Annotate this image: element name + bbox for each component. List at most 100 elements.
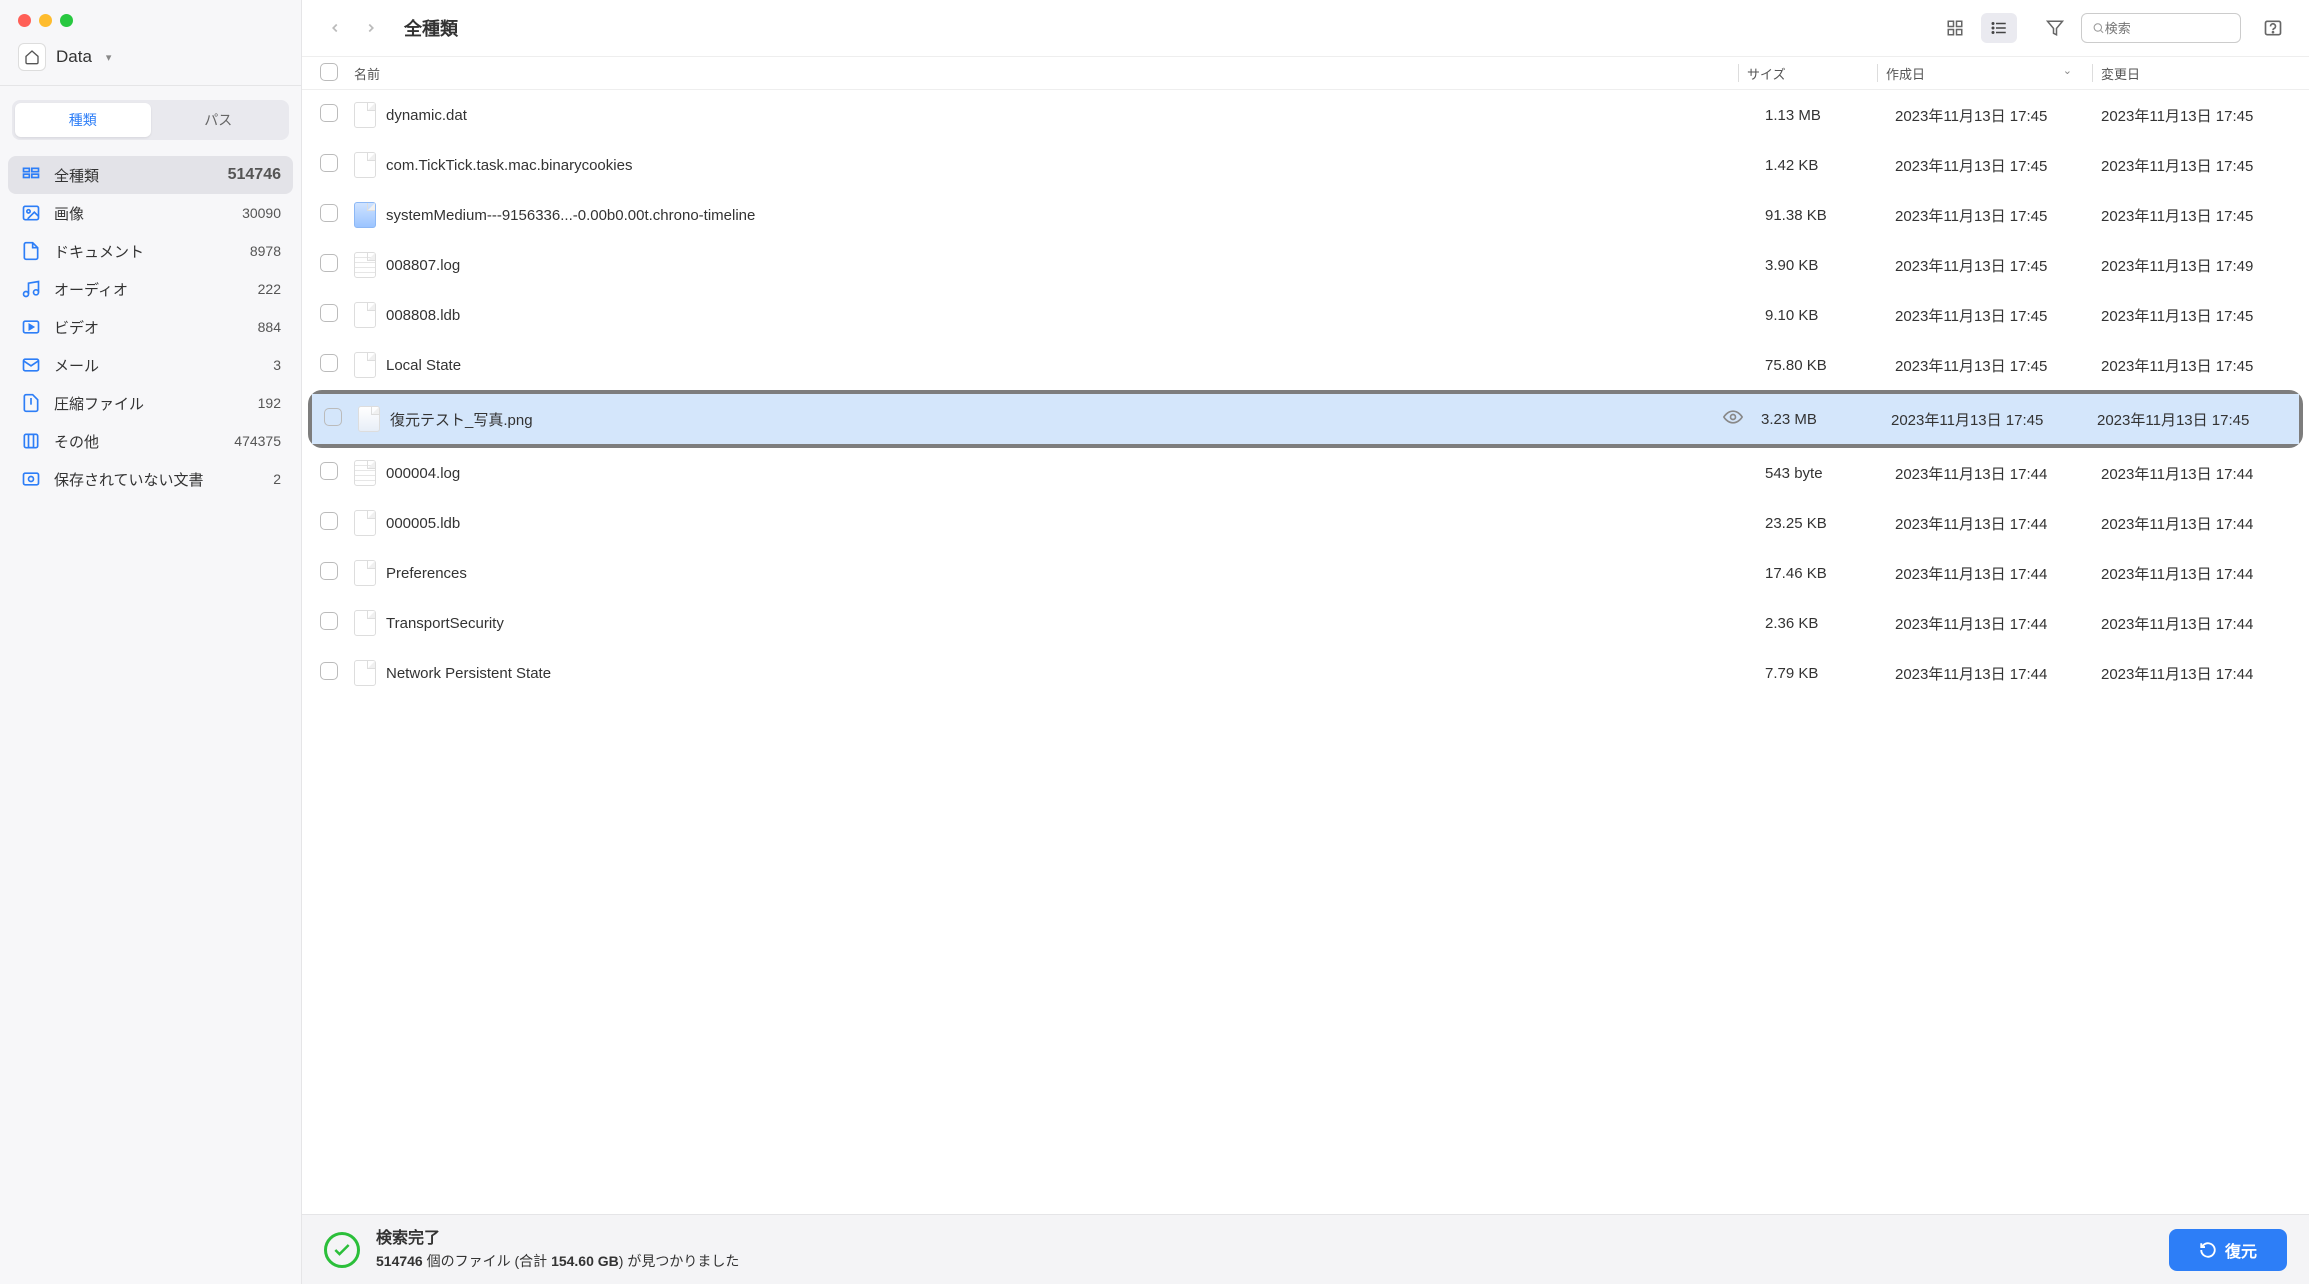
- file-created: 2023年11月13日 17:45: [1891, 409, 2097, 430]
- table-row[interactable]: TransportSecurity2.36 KB2023年11月13日 17:4…: [302, 598, 2309, 648]
- segment-type[interactable]: 種類: [15, 103, 151, 137]
- row-checkbox[interactable]: [320, 462, 338, 480]
- doc-icon: [20, 240, 42, 262]
- sidebar-item-mail[interactable]: メール3: [8, 346, 293, 384]
- file-size: 2.36 KB: [1765, 615, 1895, 632]
- sidebar-item-label: 保存されていない文書: [54, 469, 273, 490]
- file-icon: [354, 252, 376, 278]
- sidebar-item-image[interactable]: 画像30090: [8, 194, 293, 232]
- sidebar-item-all[interactable]: 全種類514746: [8, 156, 293, 194]
- row-checkbox[interactable]: [320, 354, 338, 372]
- row-checkbox[interactable]: [320, 204, 338, 222]
- sidebar-item-count: 2: [273, 471, 281, 487]
- file-icon: [354, 510, 376, 536]
- sidebar-item-label: 全種類: [54, 165, 228, 186]
- refresh-icon: [2199, 1241, 2217, 1259]
- select-all-checkbox[interactable]: [320, 63, 338, 81]
- column-created[interactable]: 作成日⌄: [1886, 64, 2092, 83]
- nav-back-button[interactable]: [320, 13, 350, 43]
- row-checkbox[interactable]: [320, 662, 338, 680]
- sidebar: Data ▾ 種類 パス 全種類514746画像30090ドキュメント8978オ…: [0, 0, 302, 1284]
- file-name: 000005.ldb: [386, 515, 1765, 532]
- grid-view-button[interactable]: [1937, 13, 1973, 43]
- file-size: 75.80 KB: [1765, 357, 1895, 374]
- minimize-window-button[interactable]: [39, 14, 52, 27]
- status-bar: 検索完了 514746 個のファイル (合計 154.60 GB) が見つかりま…: [302, 1214, 2309, 1284]
- row-checkbox[interactable]: [320, 154, 338, 172]
- list-view-button[interactable]: [1981, 13, 2017, 43]
- table-row[interactable]: Local State75.80 KB2023年11月13日 17:452023…: [302, 340, 2309, 390]
- file-icon: [354, 660, 376, 686]
- row-checkbox[interactable]: [320, 104, 338, 122]
- row-checkbox[interactable]: [320, 562, 338, 580]
- row-checkbox[interactable]: [320, 254, 338, 272]
- close-window-button[interactable]: [18, 14, 31, 27]
- video-icon: [20, 316, 42, 338]
- help-button[interactable]: [2255, 13, 2291, 43]
- table-row[interactable]: 008808.ldb9.10 KB2023年11月13日 17:452023年1…: [302, 290, 2309, 340]
- table-row[interactable]: 復元テスト_写真.png3.23 MB2023年11月13日 17:452023…: [312, 394, 2299, 444]
- sidebar-item-count: 8978: [250, 243, 281, 259]
- sidebar-item-doc[interactable]: ドキュメント8978: [8, 232, 293, 270]
- file-created: 2023年11月13日 17:45: [1895, 255, 2101, 276]
- file-name: 復元テスト_写真.png: [390, 409, 1723, 430]
- file-size: 1.42 KB: [1765, 157, 1895, 174]
- table-row[interactable]: com.TickTick.task.mac.binarycookies1.42 …: [302, 140, 2309, 190]
- sort-indicator-icon: ⌄: [2063, 64, 2072, 77]
- file-name: dynamic.dat: [386, 107, 1765, 124]
- row-checkbox[interactable]: [320, 304, 338, 322]
- preview-icon[interactable]: [1723, 407, 1743, 431]
- table-row[interactable]: dynamic.dat1.13 MB2023年11月13日 17:452023年…: [302, 90, 2309, 140]
- location-selector[interactable]: Data ▾: [0, 37, 301, 86]
- search-input[interactable]: [2105, 21, 2230, 36]
- chevron-down-icon: ▾: [106, 51, 112, 64]
- column-size[interactable]: サイズ: [1747, 64, 1877, 83]
- file-modified: 2023年11月13日 17:45: [2101, 205, 2291, 226]
- file-size: 91.38 KB: [1765, 207, 1895, 224]
- nav-forward-button[interactable]: [356, 13, 386, 43]
- restore-button[interactable]: 復元: [2169, 1229, 2287, 1271]
- search-icon: [2092, 21, 2105, 35]
- sidebar-item-count: 474375: [234, 433, 281, 449]
- sidebar-item-count: 222: [258, 281, 281, 297]
- sidebar-item-audio[interactable]: オーディオ222: [8, 270, 293, 308]
- sidebar-item-video[interactable]: ビデオ884: [8, 308, 293, 346]
- file-size: 23.25 KB: [1765, 515, 1895, 532]
- file-size: 3.23 MB: [1761, 411, 1891, 428]
- file-name: 008808.ldb: [386, 307, 1765, 324]
- segment-path[interactable]: パス: [151, 103, 287, 137]
- table-row[interactable]: 000005.ldb23.25 KB2023年11月13日 17:442023年…: [302, 498, 2309, 548]
- file-created: 2023年11月13日 17:44: [1895, 613, 2101, 634]
- sidebar-item-other[interactable]: その他474375: [8, 422, 293, 460]
- table-row[interactable]: 008807.log3.90 KB2023年11月13日 17:452023年1…: [302, 240, 2309, 290]
- sidebar-item-unsaved[interactable]: 保存されていない文書2: [8, 460, 293, 498]
- main-panel: 全種類 名前 サイズ 作成日⌄: [302, 0, 2309, 1284]
- file-size: 9.10 KB: [1765, 307, 1895, 324]
- search-box[interactable]: [2081, 13, 2241, 43]
- row-checkbox[interactable]: [324, 408, 342, 426]
- file-icon: [354, 152, 376, 178]
- table-row[interactable]: systemMedium---9156336...-0.00b0.00t.chr…: [302, 190, 2309, 240]
- file-created: 2023年11月13日 17:44: [1895, 563, 2101, 584]
- row-checkbox[interactable]: [320, 512, 338, 530]
- sidebar-item-archive[interactable]: 圧縮ファイル192: [8, 384, 293, 422]
- status-subtitle: 514746 個のファイル (合計 154.60 GB) が見つかりました: [376, 1251, 739, 1272]
- sidebar-item-label: 圧縮ファイル: [54, 393, 258, 414]
- image-icon: [20, 202, 42, 224]
- file-modified: 2023年11月13日 17:49: [2101, 255, 2291, 276]
- file-created: 2023年11月13日 17:45: [1895, 205, 2101, 226]
- table-row[interactable]: Network Persistent State7.79 KB2023年11月1…: [302, 648, 2309, 698]
- row-checkbox[interactable]: [320, 612, 338, 630]
- file-name: 000004.log: [386, 465, 1765, 482]
- filter-button[interactable]: [2037, 13, 2073, 43]
- sidebar-item-label: 画像: [54, 203, 242, 224]
- home-icon: [18, 43, 46, 71]
- maximize-window-button[interactable]: [60, 14, 73, 27]
- column-name[interactable]: 名前: [350, 64, 1738, 83]
- column-modified[interactable]: 変更日: [2101, 64, 2291, 83]
- table-row[interactable]: 000004.log543 byte2023年11月13日 17:442023年…: [302, 448, 2309, 498]
- file-modified: 2023年11月13日 17:45: [2101, 105, 2291, 126]
- file-created: 2023年11月13日 17:44: [1895, 513, 2101, 534]
- file-created: 2023年11月13日 17:44: [1895, 663, 2101, 684]
- table-row[interactable]: Preferences17.46 KB2023年11月13日 17:442023…: [302, 548, 2309, 598]
